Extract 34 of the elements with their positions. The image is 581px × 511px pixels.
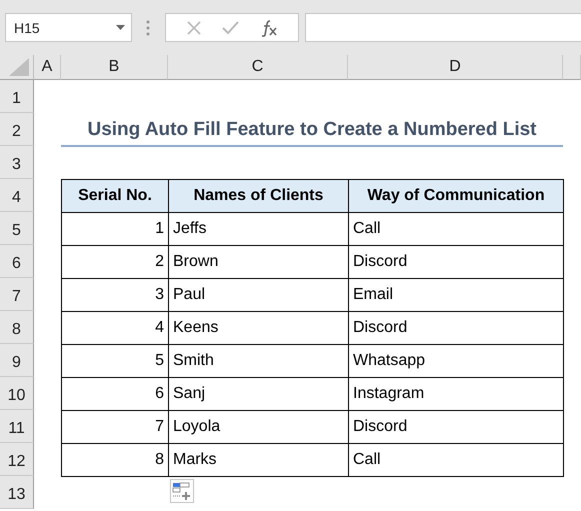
function-icon[interactable] (260, 18, 278, 36)
row-header[interactable]: 13 (0, 476, 34, 509)
row-header[interactable]: 3 (0, 146, 34, 179)
table-header-cell: Way of Communication (348, 179, 564, 213)
column-header[interactable]: A (34, 55, 61, 80)
select-all-corner[interactable] (0, 55, 34, 80)
grip-icon (146, 20, 150, 36)
row-header[interactable]: 6 (0, 245, 34, 278)
row-header[interactable]: 4 (0, 179, 34, 212)
row-header[interactable]: 1 (0, 80, 34, 113)
row-header[interactable]: 11 (0, 410, 34, 443)
column-header[interactable] (563, 55, 581, 80)
row-header[interactable]: 12 (0, 443, 34, 476)
row-header[interactable]: 7 (0, 278, 34, 311)
column-header[interactable]: C (168, 55, 348, 80)
sheet-title: Using Auto Fill Feature to Create a Numbered List (61, 113, 563, 147)
formula-bar[interactable] (305, 13, 581, 42)
table-cell: 8 (61, 443, 169, 477)
name-box[interactable]: H15 (5, 13, 132, 42)
row-header[interactable]: 10 (0, 377, 34, 410)
row-header[interactable]: 8 (0, 311, 34, 344)
row-header[interactable]: 2 (0, 113, 34, 146)
close-icon[interactable] (186, 20, 200, 34)
auto-fill-options-icon[interactable] (170, 479, 194, 503)
table-cell: Call (348, 443, 564, 477)
column-header[interactable]: D (348, 55, 563, 80)
table-header-cell: Serial No. (61, 179, 169, 213)
table-header-cell: Names of Clients (168, 179, 349, 213)
checkmark-icon[interactable] (222, 21, 238, 34)
row-header[interactable]: 5 (0, 212, 34, 245)
dropdown-caret-icon (116, 25, 125, 30)
triangle-icon (9, 58, 29, 76)
column-header[interactable]: B (61, 55, 168, 80)
row-header[interactable]: 9 (0, 344, 34, 377)
